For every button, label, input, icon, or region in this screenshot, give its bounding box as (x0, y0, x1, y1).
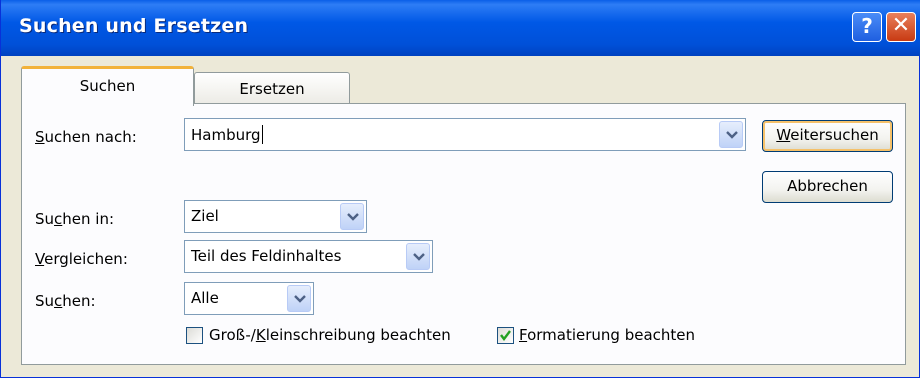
checkmark-icon (500, 330, 511, 341)
suchen-nach-value[interactable]: Hamburg (191, 125, 263, 144)
abbrechen-button[interactable]: Abbrechen (762, 171, 893, 203)
suchen-in-dropdown-button[interactable] (340, 203, 364, 230)
suchen-richtung-label: Suchen: (35, 292, 96, 310)
text-cursor (261, 125, 263, 144)
vergleichen-select[interactable]: Teil des Feldinhaltes (184, 240, 433, 273)
title-bar[interactable]: Suchen und Ersetzen ? ✕ (1, 0, 920, 56)
suchen-in-select[interactable]: Ziel (184, 200, 367, 233)
close-icon[interactable]: ✕ (886, 12, 916, 42)
suchen-in-value: Ziel (191, 207, 219, 225)
chevron-down-icon (413, 253, 425, 261)
vergleichen-value: Teil des Feldinhaltes (191, 247, 342, 265)
gross-klein-checkbox[interactable] (186, 327, 203, 344)
suchen-richtung-value: Alle (191, 289, 219, 307)
chevron-down-icon (347, 213, 359, 221)
weitersuchen-button[interactable]: Weitersuchen (762, 120, 893, 152)
tab-suchen[interactable]: Suchen (21, 66, 194, 106)
find-replace-dialog: Suchen und Ersetzen ? ✕ Ersetzen Suchen … (0, 0, 920, 378)
suchen-nach-combobox[interactable]: Hamburg (184, 118, 746, 151)
window-title: Suchen und Ersetzen (19, 15, 249, 37)
suchen-nach-dropdown-button[interactable] (719, 121, 743, 148)
gross-klein-label[interactable]: Groß-/Kleinschreibung beachten (209, 326, 451, 344)
chevron-down-icon (294, 295, 306, 303)
help-icon[interactable]: ? (852, 12, 882, 42)
suchen-richtung-dropdown-button[interactable] (287, 285, 311, 312)
suchen-in-label: Suchen in: (35, 210, 115, 228)
tab-ersetzen-label: Ersetzen (239, 80, 305, 98)
formatierung-checkbox[interactable] (497, 327, 514, 344)
formatierung-label[interactable]: Formatierung beachten (519, 326, 695, 344)
tab-ersetzen[interactable]: Ersetzen (194, 72, 350, 104)
suchen-richtung-select[interactable]: Alle (184, 282, 314, 315)
vergleichen-dropdown-button[interactable] (406, 243, 430, 270)
vergleichen-label: Vergleichen: (35, 250, 128, 268)
suchen-nach-label: Suchen nach: (35, 128, 137, 146)
chevron-down-icon (726, 131, 738, 139)
tab-suchen-label: Suchen (79, 77, 136, 95)
